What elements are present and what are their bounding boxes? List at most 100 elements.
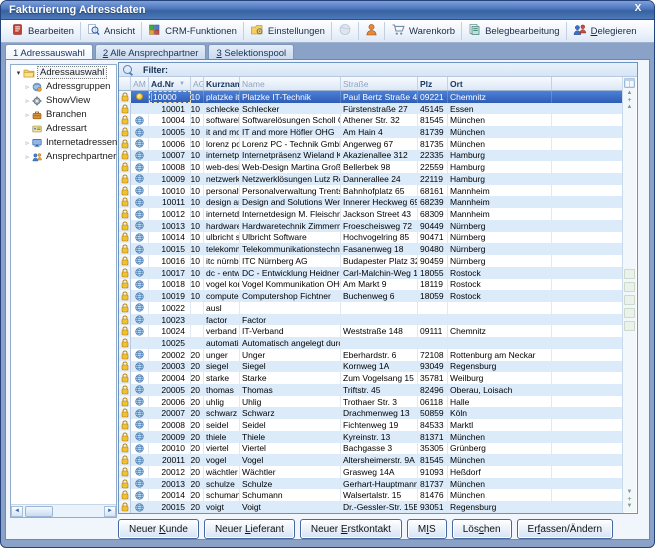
table-row[interactable]: 1001610itc nürnbeITC Nürnberg AGBudapest… (119, 255, 624, 267)
table-row[interactable]: 2001320schulzeSchulzeGerhart-Hauptmann-R… (119, 478, 624, 490)
table-row[interactable]: 1000810web-designWeb-Design Martina Groß… (119, 161, 624, 173)
table-row[interactable]: 1000610lorenz pcLorenz PC - Technik GmbH… (119, 138, 624, 150)
column-header-kurzname[interactable]: Kurzname (204, 77, 240, 90)
column-header-adnr[interactable]: Ad.Nr▼ (149, 77, 191, 90)
table-row[interactable]: 1001210internetdeInternetdesign M. Fleis… (119, 208, 624, 220)
side-toolbar-icon[interactable] (624, 308, 635, 318)
tree-item-branchen[interactable]: ▹ Branchen (11, 108, 116, 121)
grid-side-strip[interactable]: ▲ + ▲ ▼ + ▼ (622, 77, 636, 512)
column-header-plz[interactable]: Plz (418, 77, 448, 90)
side-toolbar-icon[interactable] (624, 282, 635, 292)
table-row[interactable]: 2000420starkeStarkeZum Vogelsang 1535781… (119, 372, 624, 384)
cell-adnr: 20006 (149, 396, 191, 408)
neuer-lieferant-button[interactable]: Neuer Lieferant (204, 519, 295, 539)
cell-name: Factor (240, 314, 341, 326)
tree-item-ansprechpartner[interactable]: ▹ Ansprechpartner (11, 150, 116, 163)
table-row[interactable]: 10024verbandIT-VerbandWeststraße 1480911… (119, 325, 624, 337)
column-header-name[interactable]: Name (240, 77, 341, 90)
table-row[interactable]: 1001810vogel kommVogel Kommunikation OHG… (119, 279, 624, 291)
scroll-down-icon[interactable]: ▼ (627, 489, 633, 496)
table-row[interactable]: 1001010personalvePersonalverwaltung Tren… (119, 185, 624, 197)
table-row[interactable]: 1000410softwarelöSoftwarelösungen Scholl… (119, 114, 624, 126)
tree-collapse-icon[interactable]: ▹ (23, 97, 32, 105)
table-row[interactable]: 1001910computershComputershop FichtnerBu… (119, 290, 624, 302)
table-row[interactable]: 2000620uhligUhligTrothaer Str. 306118Hal… (119, 396, 624, 408)
side-toolbar-icon[interactable] (624, 269, 635, 279)
warenkorb-button[interactable]: Warenkorb (385, 22, 462, 40)
table-row[interactable]: 1001510telekommunTelekommunikationstechn… (119, 243, 624, 255)
table-row[interactable]: 1001310hardwareteHardwaretechnik Zimmerm… (119, 220, 624, 232)
table-row[interactable]: 10025automatikAutomatisch angelegt durch… (119, 337, 624, 349)
table-row[interactable]: 2001520voigtVoigtDr.-Gessler-Str. 15B930… (119, 501, 624, 513)
scroll-grip-icon[interactable]: + (627, 97, 631, 104)
delegieren-button[interactable]: Delegieren (567, 22, 643, 40)
column-header-am[interactable]: AM (131, 77, 149, 90)
table-row[interactable]: 1000010platzke itPlatzke IT-TechnikPaul … (119, 91, 624, 103)
table-row[interactable]: 10023factorFactor (119, 314, 624, 326)
scroll-up-icon[interactable]: ▲ (627, 104, 633, 111)
tree-item-showview[interactable]: ▹ ShowView (11, 94, 116, 107)
tree-collapse-icon[interactable]: ▹ (23, 83, 32, 91)
mis-button[interactable]: MIS (407, 519, 447, 539)
table-row[interactable]: 2001020viertelViertelBachgasse 335305Grü… (119, 443, 624, 455)
table-row[interactable]: 2000220ungerUngerEberhardstr. 672108Rott… (119, 349, 624, 361)
scroll-bottom-icon[interactable]: ▼ (627, 503, 633, 510)
table-row[interactable]: 10022ausl (119, 302, 624, 314)
scroll-top-icon[interactable]: ▲ (627, 90, 633, 97)
grid-filter-row[interactable]: Filter: (119, 63, 637, 77)
tree-collapse-icon[interactable]: ▹ (23, 153, 32, 161)
scroll-grip-icon[interactable]: + (627, 496, 631, 503)
tree-root-label[interactable]: Adressauswahl (37, 66, 107, 79)
table-row[interactable]: 2000320siegelSiegelKornweg 1A93049Regens… (119, 361, 624, 373)
erfassen-aendern-button[interactable]: Erfassen/Ändern (517, 519, 614, 539)
neuer-erstkontakt-button[interactable]: Neuer Erstkontakt (300, 519, 402, 539)
tree-item-adressart[interactable]: Adressart (11, 122, 116, 135)
scroll-right-icon[interactable]: ► (104, 506, 116, 517)
tree-collapse-icon[interactable]: ▹ (23, 139, 32, 147)
column-header-strasse[interactable]: Straße (341, 77, 418, 90)
column-header-ag[interactable]: AG (191, 77, 204, 90)
table-row[interactable]: 2001220wächtlerWächtlerGrasweg 14A91093H… (119, 466, 624, 478)
tree-horizontal-scrollbar[interactable]: ◄ ► (11, 504, 116, 517)
column-chooser-icon[interactable] (624, 78, 635, 88)
side-toolbar-icon[interactable] (624, 295, 635, 305)
belegbearbeitung-button[interactable]: Belegbearbeitung (462, 22, 566, 40)
table-row[interactable]: 1000910netzwerklöNetzwerklösungen Lutz R… (119, 173, 624, 185)
tree-item-internetadressen[interactable]: ▹ Internetadressen (11, 136, 116, 149)
cell-name: Vogel (240, 454, 341, 466)
table-row[interactable]: 2001120vogelVogelAltersheimerstr. 9A8154… (119, 454, 624, 466)
neuer-kunde-button[interactable]: Neuer Kunde (118, 519, 199, 539)
column-header-lock[interactable] (119, 77, 131, 90)
table-row[interactable]: 2000520thomasThomasTriftstr. 4582496Ober… (119, 384, 624, 396)
table-row[interactable]: 1000710internetprInternetpräsenz Wieland… (119, 150, 624, 162)
column-header-ort[interactable]: Ort (448, 77, 552, 90)
scrollbar-thumb[interactable] (25, 506, 53, 517)
side-toolbar-icon[interactable] (624, 321, 635, 331)
cell-plz: 18059 (418, 290, 448, 302)
table-row[interactable]: 1000510it and morIT and more Höfler OHGA… (119, 126, 624, 138)
table-row[interactable]: 1000110schleckerSchleckerFürstenstraße 2… (119, 103, 624, 115)
tree-root-adressauswahl[interactable]: ▾ Adressauswahl (11, 66, 116, 79)
table-row[interactable]: 2000920thieleThieleKyreinstr. 1381371Mün… (119, 431, 624, 443)
table-row[interactable]: 1001410ulbricht sUlbricht SoftwareHochvo… (119, 232, 624, 244)
einstellungen-button[interactable]: Einstellungen (244, 22, 332, 40)
documents-icon (468, 23, 481, 39)
benutzer-button[interactable] (359, 22, 385, 40)
crm-funktionen-button[interactable]: CRM-Funktionen (142, 22, 244, 40)
loeschen-button[interactable]: Löschen (452, 519, 512, 539)
scroll-left-icon[interactable]: ◄ (11, 506, 23, 517)
table-row[interactable]: 2000820seidelSeidelFichtenweg 1984533Mar… (119, 419, 624, 431)
tree-collapse-icon[interactable]: ▹ (23, 111, 32, 119)
tree-item-adressgruppen[interactable]: ▹ Adressgruppen (11, 80, 116, 93)
ansicht-button[interactable]: Ansicht (81, 22, 142, 40)
table-row[interactable]: 2001420schumannSchumannWalsertalstr. 158… (119, 489, 624, 501)
sync-button[interactable] (332, 22, 359, 40)
cell-fill (552, 267, 624, 279)
tree-expanded-icon[interactable]: ▾ (14, 69, 23, 77)
close-icon[interactable]: X (631, 3, 645, 16)
table-row[interactable]: 2000720schwarzSchwarzDrachmenweg 1350859… (119, 407, 624, 419)
table-row[interactable]: 1001710dc - entwiDC - Entwicklung Heidne… (119, 267, 624, 279)
cell-ag: 20 (191, 419, 204, 431)
bearbeiten-button[interactable]: Bearbeiten (5, 22, 81, 40)
table-row[interactable]: 1001110design andDesign and Solutions We… (119, 196, 624, 208)
